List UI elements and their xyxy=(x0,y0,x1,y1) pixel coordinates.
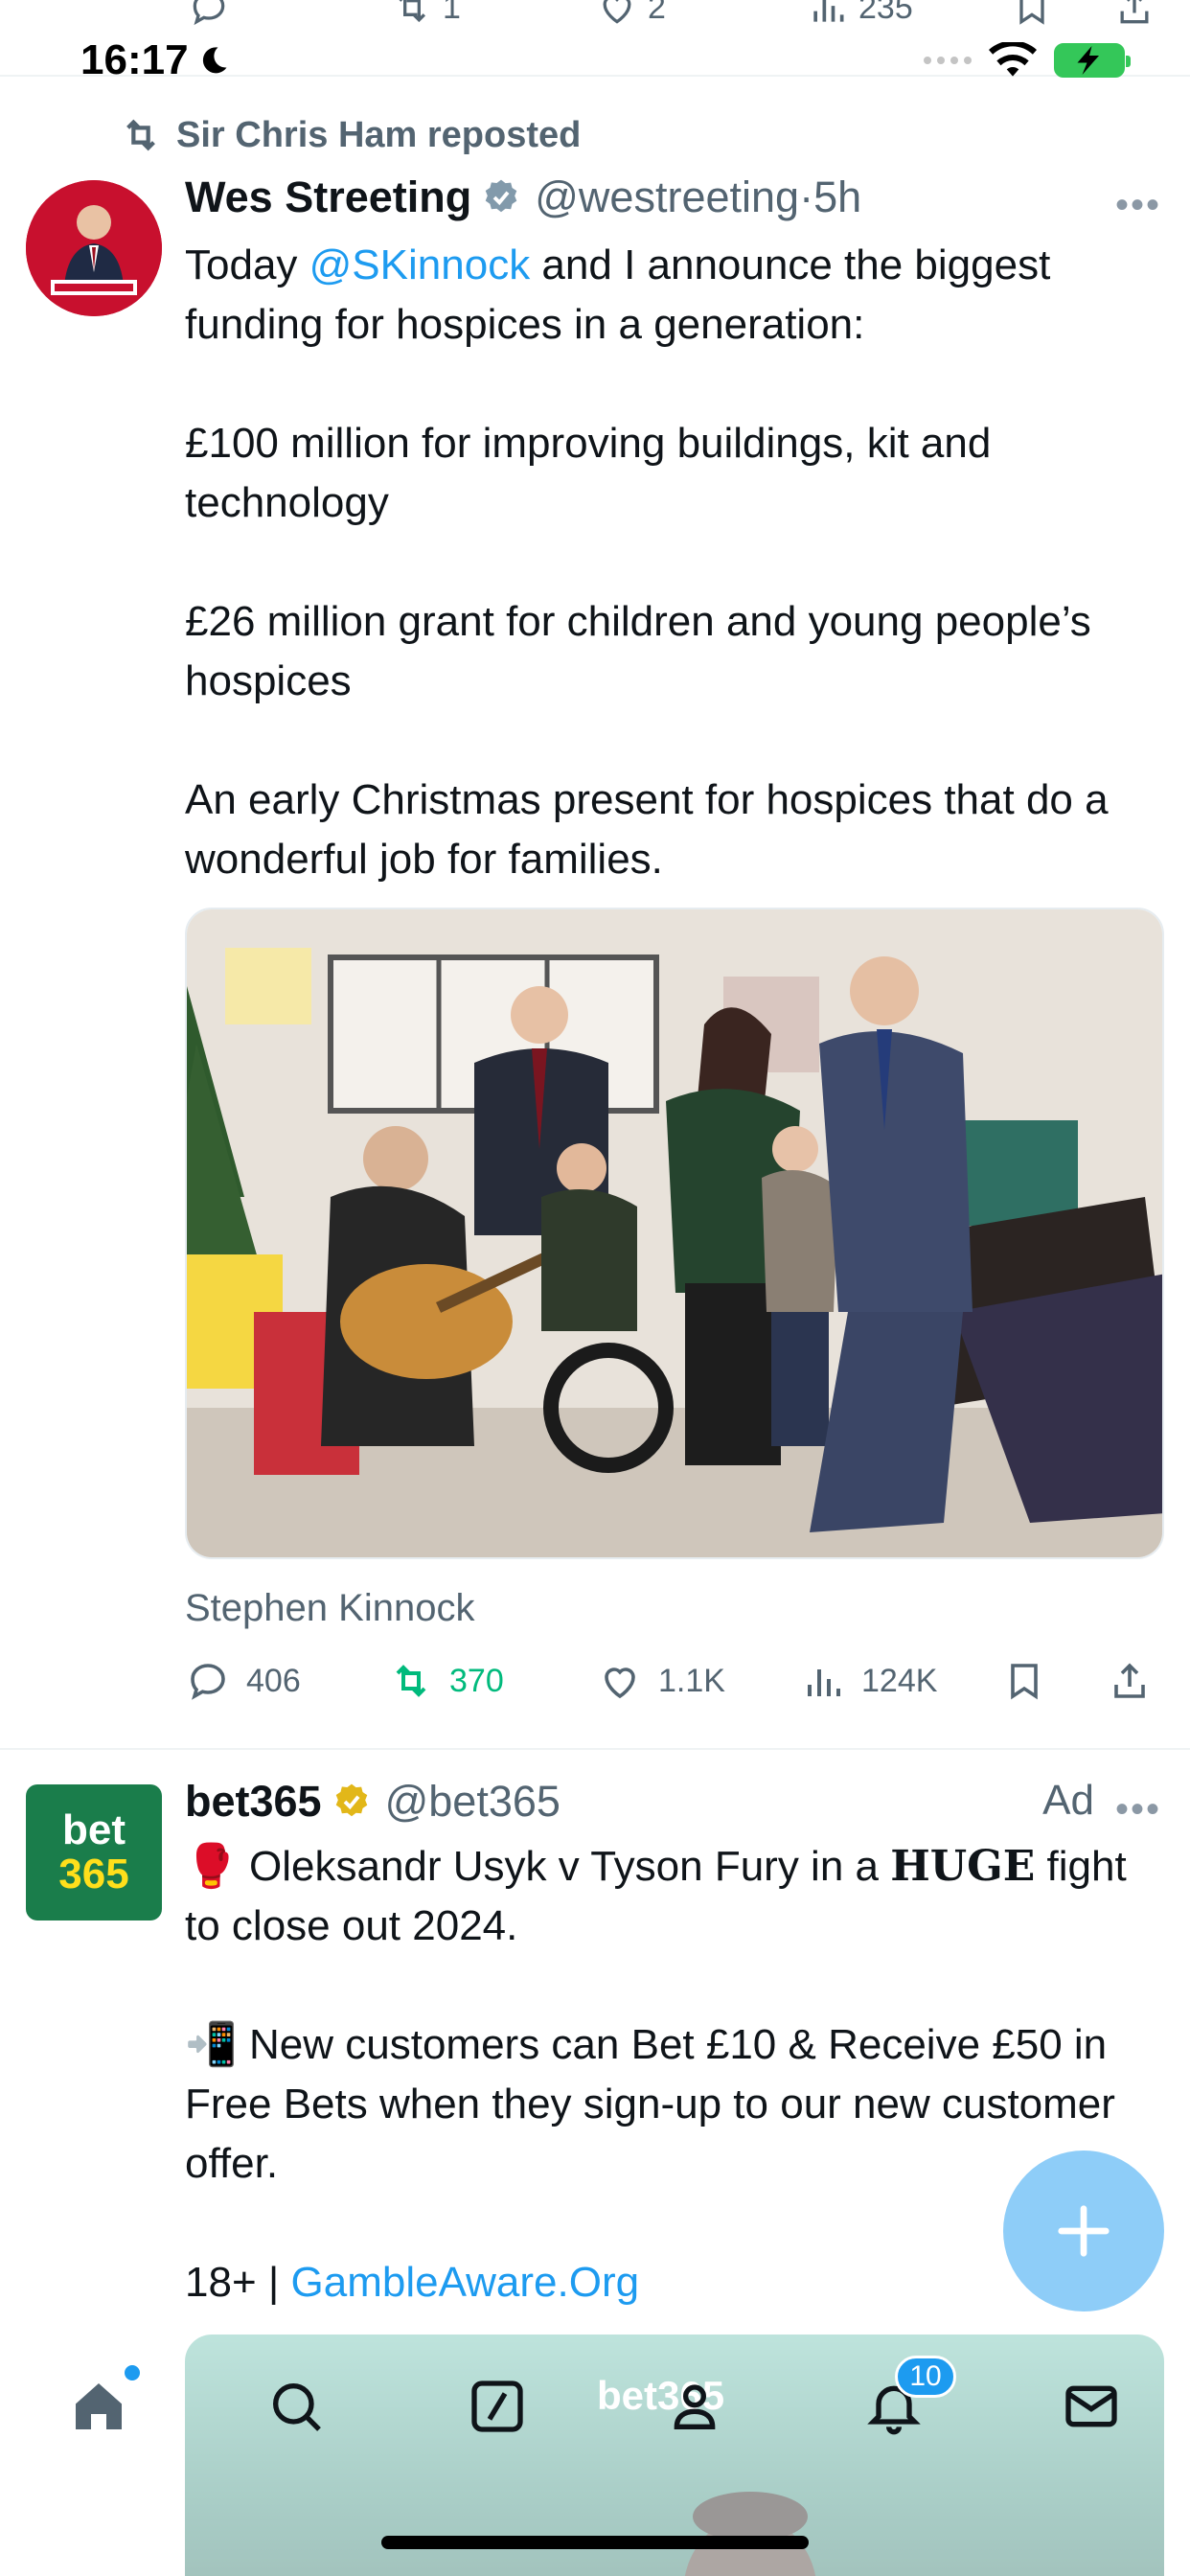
ad-author-name[interactable]: bet365 xyxy=(185,1777,322,1827)
photo-image xyxy=(187,909,1162,1557)
tweet-header: Wes Streeting @westreeting · 5h ••• xyxy=(185,172,1161,226)
repost-by-text: Sir Chris Ham reposted xyxy=(176,114,582,155)
views-icon xyxy=(813,0,844,22)
home-indicator xyxy=(381,2536,809,2549)
repost-button[interactable]: 370 xyxy=(388,1658,504,1704)
repost-icon xyxy=(396,1665,426,1697)
views-icon xyxy=(808,1669,840,1696)
avatar[interactable] xyxy=(26,180,162,316)
like-count: 1.1K xyxy=(658,1662,725,1699)
signal-icon xyxy=(924,57,972,64)
ad-label: Ad xyxy=(1042,1777,1094,1824)
status-bar-time: 16:17 xyxy=(80,36,231,84)
ad-paragraph-1: 🥊 Oleksandr Usyk v Tyson Fury in a HUGE … xyxy=(185,1837,1172,1956)
repost-action[interactable]: 1 xyxy=(391,0,461,29)
repost-icon xyxy=(126,119,155,151)
tab-notifications[interactable]: 10 xyxy=(860,2356,956,2440)
author-name[interactable]: Wes Streeting xyxy=(185,172,471,222)
tab-grok[interactable] xyxy=(464,2373,531,2440)
text-segment: Today xyxy=(185,242,309,288)
bookmark-icon xyxy=(1019,0,1044,25)
like-count: 2 xyxy=(648,0,666,26)
tab-home[interactable] xyxy=(65,2365,140,2440)
tweet-paragraph-3: £26 million grant for children and young… xyxy=(185,598,1091,704)
dot-separator: · xyxy=(799,172,814,221)
tweet-time: 5h xyxy=(813,172,862,221)
share-icon xyxy=(1114,1663,1145,1698)
repost-indicator[interactable]: Sir Chris Ham reposted xyxy=(119,113,581,157)
ad-paragraph-2: 📲 New customers can Bet £10 & Receive £5… xyxy=(185,2015,1172,2194)
photo-caption[interactable]: Stephen Kinnock xyxy=(185,1587,474,1630)
envelope-icon xyxy=(1065,2385,1117,2427)
bookmark-button[interactable] xyxy=(1001,1658,1047,1704)
ad-header: bet365 @bet365 Ad ••• xyxy=(185,1777,1161,1830)
wifi-icon xyxy=(989,42,1037,77)
views-count: 124K xyxy=(861,1662,938,1699)
views-count: 235 xyxy=(858,0,913,26)
gambleaware-link[interactable]: GambleAware.Org xyxy=(291,2259,640,2306)
share-icon xyxy=(1120,0,1149,24)
moon-icon xyxy=(202,47,227,74)
home-icon xyxy=(76,2383,122,2429)
views-action[interactable]: 235 xyxy=(807,0,913,29)
tweet-photo[interactable] xyxy=(185,908,1164,1559)
repost-count: 370 xyxy=(449,1662,504,1699)
tweet-paragraph-4: An early Christmas present for hospices … xyxy=(185,776,1109,883)
tweet-text: Today @SKinnock and I announce the bigge… xyxy=(185,236,1172,889)
battery-icon xyxy=(1054,43,1131,78)
share-button[interactable] xyxy=(1107,1658,1153,1704)
tweet-actions: 406 370 1.1K 124K xyxy=(185,1658,1172,1712)
time-text: 16:17 xyxy=(80,36,189,83)
huge-text: HUGE xyxy=(890,1842,1036,1891)
tweet-divider xyxy=(0,1748,1190,1750)
plus-icon xyxy=(1058,2205,1110,2257)
gold-verified-badge-icon xyxy=(335,1783,367,1817)
repost-icon xyxy=(399,0,426,23)
text-segment: New customers can Bet £10 & Receive £50 … xyxy=(185,2021,1115,2187)
text-segment: 18+ | xyxy=(185,2259,291,2306)
heart-icon xyxy=(603,0,631,24)
like-button[interactable]: 1.1K xyxy=(597,1658,725,1704)
more-options-icon[interactable]: ••• xyxy=(1115,184,1161,227)
reply-action[interactable] xyxy=(188,0,230,29)
reply-icon xyxy=(193,0,225,26)
logo-text-bottom: 365 xyxy=(58,1851,129,1898)
search-icon xyxy=(273,2383,321,2431)
reply-icon xyxy=(191,1664,225,1700)
ad-handle[interactable]: @bet365 xyxy=(385,1777,561,1827)
heart-icon xyxy=(605,1668,635,1699)
mention-link[interactable]: @SKinnock xyxy=(309,242,531,288)
reply-button[interactable]: 406 xyxy=(185,1658,301,1704)
like-action[interactable]: 2 xyxy=(596,0,666,29)
tweet-paragraph-2: £100 million for improving buildings, ki… xyxy=(185,420,992,526)
repost-count: 1 xyxy=(443,0,461,26)
verified-badge-icon xyxy=(485,179,517,213)
author-handle[interactable]: @westreeting xyxy=(535,172,799,222)
more-options-icon[interactable]: ••• xyxy=(1115,1788,1161,1831)
reply-count: 406 xyxy=(246,1662,301,1699)
phone-arrow-icon: 📲 xyxy=(185,2021,238,2068)
bookmark-icon xyxy=(1011,1664,1038,1700)
tab-communities[interactable] xyxy=(661,2373,728,2440)
compose-fab-button[interactable] xyxy=(1003,2150,1164,2312)
notifications-badge: 10 xyxy=(895,2356,956,2398)
tab-search[interactable] xyxy=(263,2373,330,2440)
avatar-image xyxy=(26,180,162,316)
tweet-paragraph-1: Today @SKinnock and I announce the bigge… xyxy=(185,236,1172,355)
share-action[interactable] xyxy=(1113,0,1156,29)
communities-icon xyxy=(674,2384,716,2429)
new-posts-dot xyxy=(125,2365,140,2380)
ad-avatar[interactable]: bet 365 xyxy=(26,1784,162,1920)
logo-text-top: bet xyxy=(62,1806,126,1853)
grok-icon xyxy=(471,2380,523,2432)
text-segment: Oleksandr Usyk v Tyson Fury in a xyxy=(237,1843,891,1890)
views-button[interactable]: 124K xyxy=(800,1658,937,1704)
bookmark-action[interactable] xyxy=(1011,0,1053,29)
boxing-glove-icon: 🥊 xyxy=(185,1843,238,1890)
status-bar-indicators xyxy=(924,42,1131,79)
tab-messages[interactable] xyxy=(1058,2373,1125,2440)
